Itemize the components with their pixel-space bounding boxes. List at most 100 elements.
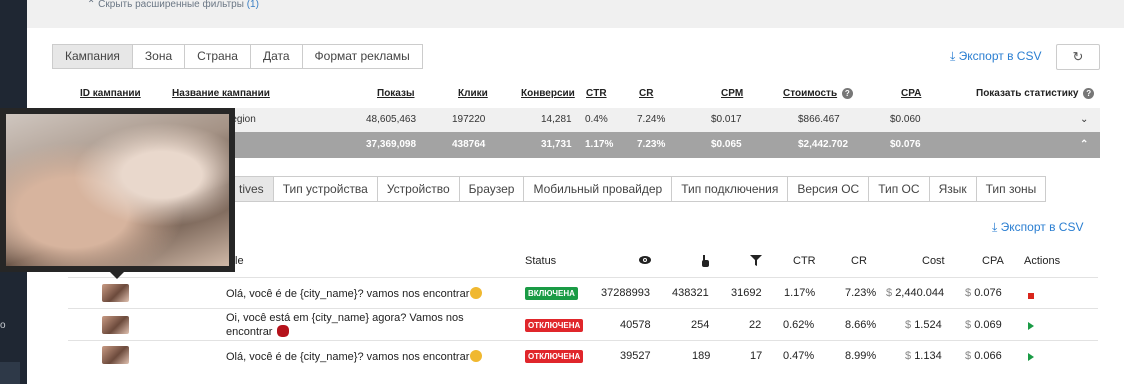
chevron-up-icon[interactable]: ⌃: [1080, 139, 1088, 150]
hide-advanced-filters-link[interactable]: ⌃ Скрыть расширенные фильтры (1): [87, 0, 259, 10]
tab-device-type[interactable]: Тип устройства: [272, 176, 378, 202]
pointer-icon: [700, 255, 710, 270]
tab-ad-format[interactable]: Формат рекламы: [301, 44, 423, 69]
col-cr[interactable]: CR: [639, 88, 653, 99]
conversions: 22: [749, 319, 762, 331]
popup-arrow: [110, 272, 124, 279]
col-cpm[interactable]: CPM: [721, 88, 743, 99]
funnel-icon: [750, 255, 762, 269]
cr: 8.66%: [845, 319, 877, 331]
clicks: 197220: [452, 114, 486, 125]
play-button[interactable]: [1028, 321, 1034, 333]
col-cpa: CPA: [982, 255, 1004, 267]
play-icon: [1028, 353, 1034, 361]
cpa: $0.060: [890, 114, 921, 125]
help-icon[interactable]: ?: [841, 88, 853, 99]
tab-country[interactable]: Страна: [184, 44, 251, 69]
refresh-button[interactable]: ↻: [1056, 44, 1100, 70]
table-row[interactable]: Olá, você é de {city_name}? vamos nos en…: [68, 277, 1098, 308]
col-clicks[interactable]: Клики: [458, 88, 488, 99]
cost: $866.467: [798, 114, 840, 125]
cr: 8.99%: [845, 350, 877, 362]
impressions: 48,605,463: [366, 114, 417, 125]
tab-date[interactable]: Дата: [249, 44, 303, 69]
export-csv-button-creatives[interactable]: ⤓ Экспорт в CSV: [992, 220, 1083, 235]
stop-button[interactable]: [1028, 290, 1034, 302]
tab-mobile-carrier[interactable]: Мобильный провайдер: [523, 176, 673, 202]
tab-browser[interactable]: Браузер: [458, 176, 525, 202]
face-emoji-icon: [470, 287, 483, 299]
col-ctr: CTR: [793, 255, 816, 267]
ctr: 1.17%: [585, 139, 614, 150]
status-badge: ОТКЛЮЧЕНА: [525, 319, 584, 332]
cost: $ 2,440.044: [886, 287, 945, 299]
cost: $2,442.702: [798, 139, 849, 150]
col-campaign-name[interactable]: Название кампании: [172, 88, 270, 99]
cr: 7.23%: [637, 139, 666, 150]
creative-thumbnail[interactable]: [102, 316, 129, 334]
ctr: 1.17%: [784, 287, 816, 299]
cpm: $0.017: [711, 114, 742, 125]
help-icon[interactable]: ?: [1083, 88, 1095, 99]
clicks: 254: [691, 319, 710, 331]
sidebar-bottom-item[interactable]: [0, 362, 20, 384]
creative-thumbnail[interactable]: [102, 346, 129, 364]
creative-preview-popup: [0, 108, 235, 279]
cost: $ 1.134: [905, 350, 942, 362]
cpm: $0.065: [711, 139, 742, 150]
hide-filters-label: Скрыть расширенные фильтры: [98, 0, 244, 10]
col-campaign-id[interactable]: ID кампании: [80, 88, 141, 99]
creative-preview-image: [6, 114, 229, 266]
tab-language[interactable]: Язык: [928, 176, 977, 202]
tab-os-version[interactable]: Версия ОС: [787, 176, 870, 202]
creative-title: Oi, você está em {city_name} agora? Vamo…: [226, 312, 464, 338]
col-status: Status: [525, 255, 557, 267]
play-button[interactable]: [1028, 352, 1034, 364]
sidebar-text: o: [0, 320, 6, 331]
export-csv-button[interactable]: ⤓ Экспорт в CSV: [950, 49, 1041, 64]
ctr: 0.47%: [783, 350, 815, 362]
filters-count: (1): [246, 0, 259, 10]
col-impressions[interactable]: Показы: [377, 88, 415, 99]
status-badge: ВКЛЮЧЕНА: [525, 287, 578, 300]
tab-creatives[interactable]: tives: [229, 176, 274, 202]
tab-campaign[interactable]: Кампания: [52, 44, 133, 69]
impressions: 37,369,098: [366, 139, 417, 150]
eye-icon: [639, 255, 651, 268]
creative-title: Olá, você é de {city_name}? vamos nos en…: [226, 350, 483, 363]
cpa: $ 0.076: [965, 287, 1002, 299]
conversions: 14,281: [541, 114, 572, 125]
col-conversions[interactable]: Конверсии: [521, 88, 575, 99]
tab-os-type[interactable]: Тип ОС: [868, 176, 930, 202]
creative-thumbnail[interactable]: [102, 284, 129, 302]
clicks: 438321: [672, 287, 709, 299]
clicks: 189: [692, 350, 711, 362]
tab-device[interactable]: Устройство: [376, 176, 460, 202]
chevron-down-icon[interactable]: ⌄: [1080, 114, 1088, 125]
filters-strip: ⌃ Скрыть расширенные фильтры (1): [27, 0, 1124, 28]
download-icon: ⤓: [950, 49, 956, 63]
col-cost[interactable]: Стоимость ?: [783, 88, 853, 99]
col-cr: CR: [851, 255, 867, 267]
impressions: 39527: [620, 350, 651, 362]
cpa: $0.076: [890, 139, 921, 150]
export-label: Экспорт в CSV: [1000, 220, 1084, 234]
lips-emoji-icon: [276, 325, 289, 337]
col-cpa[interactable]: CPA: [901, 88, 921, 99]
ctr: 0.4%: [585, 114, 608, 125]
col-ctr[interactable]: CTR: [586, 88, 607, 99]
group-by-tabs: Кампания Зона Страна Дата Формат рекламы: [52, 44, 423, 69]
export-label: Экспорт в CSV: [958, 49, 1042, 63]
table-row[interactable]: Olá, você é de {city_name}? vamos nos en…: [68, 340, 1098, 371]
tab-zone-type[interactable]: Тип зоны: [975, 176, 1047, 202]
creative-title: Olá, você é de {city_name}? vamos nos en…: [226, 287, 483, 300]
table-row[interactable]: Oi, você está em {city_name} agora? Vamo…: [68, 308, 1098, 340]
tab-connection-type[interactable]: Тип подключения: [671, 176, 789, 202]
col-show-stats: Показать статистику ?: [976, 88, 1095, 99]
face-emoji-icon: [470, 350, 483, 362]
tab-zone[interactable]: Зона: [131, 44, 186, 69]
play-icon: [1028, 322, 1034, 330]
status-badge: ОТКЛЮЧЕНА: [525, 350, 584, 363]
cpa: $ 0.069: [965, 319, 1002, 331]
col-cost: Cost: [922, 255, 945, 267]
